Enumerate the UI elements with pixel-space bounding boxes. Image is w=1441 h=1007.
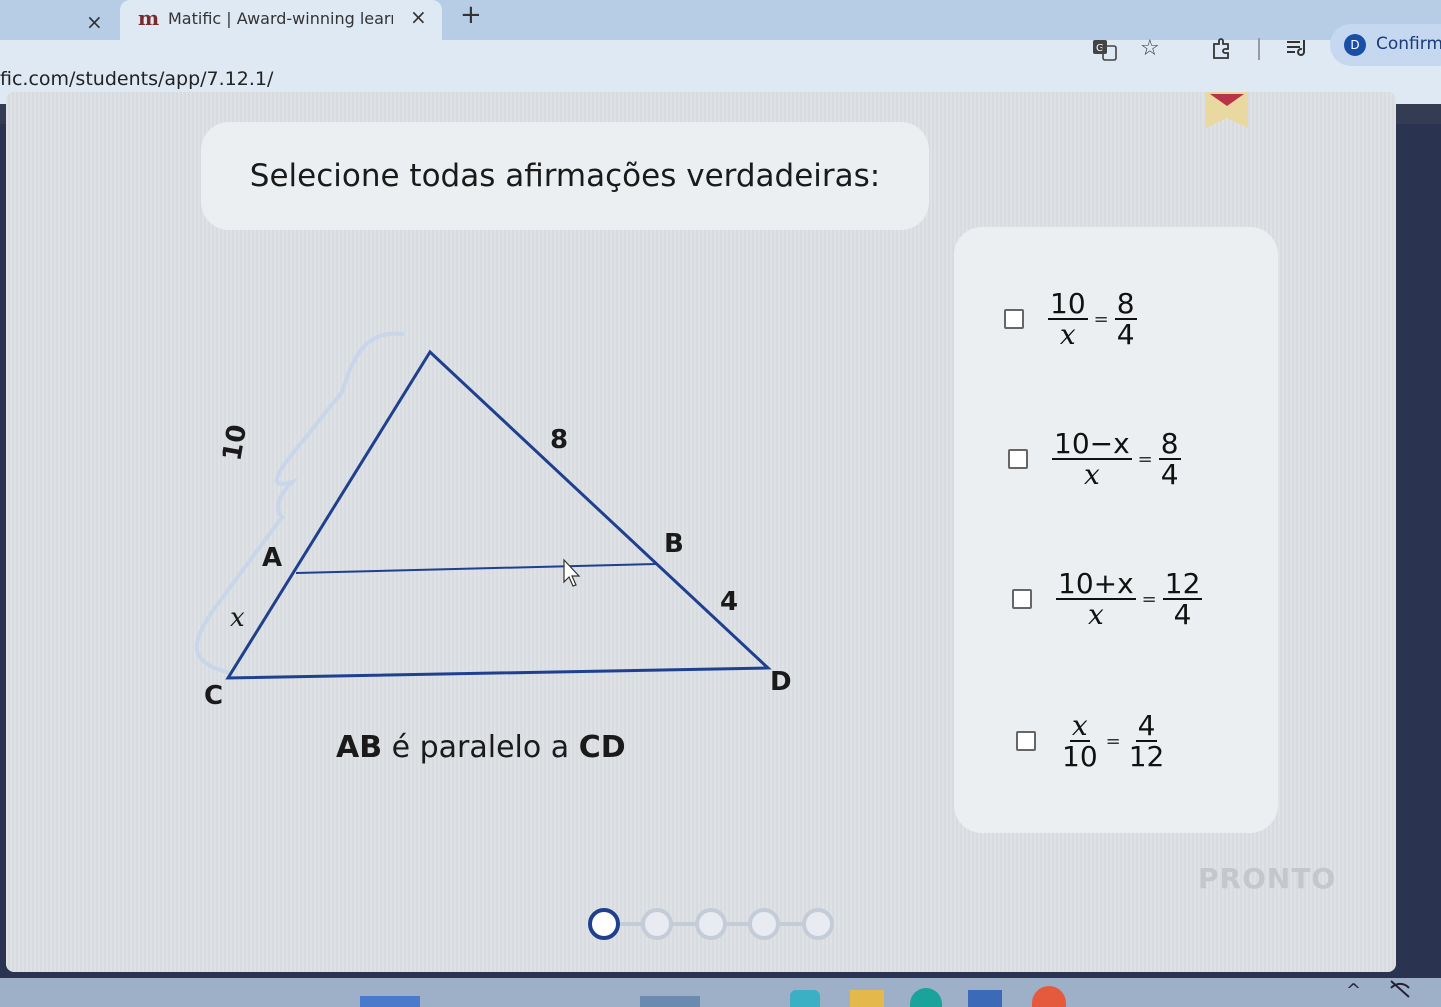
label-a: A <box>262 543 282 573</box>
new-tab-button[interactable]: + <box>460 0 482 30</box>
equals-sign: = <box>1105 730 1121 752</box>
triangle-figure: 10 A x C 8 B 4 D <box>195 331 792 711</box>
star-icon[interactable]: ☆ <box>1140 36 1160 61</box>
edge-browser-icon[interactable] <box>910 988 942 1007</box>
equals-sign: = <box>1137 448 1153 470</box>
puzzle-icon[interactable] <box>1210 36 1234 66</box>
option-1-right-fraction: 84 <box>1114 287 1137 352</box>
close-tab-icon[interactable]: × <box>86 10 103 34</box>
option-4[interactable]: x 10 = 4 12 <box>1016 711 1166 772</box>
folder-icon[interactable] <box>850 990 884 1007</box>
browser-tab[interactable]: m Matific | Award-winning learnin × <box>120 0 442 40</box>
question-prompt: Selecione todas afirmações verdadeiras: <box>201 122 929 230</box>
address-bar[interactable]: fic.com/students/app/7.12.1/ <box>0 68 273 90</box>
matific-favicon-icon: m <box>138 6 160 30</box>
translate-icon[interactable]: G <box>1092 38 1118 68</box>
done-button[interactable]: PRONTO <box>1198 862 1336 895</box>
tab-close-icon[interactable]: × <box>410 5 427 29</box>
tab-title: Matific | Award-winning learnin <box>168 9 393 28</box>
progress-step-1 <box>588 908 620 940</box>
progress-step-3 <box>695 908 727 940</box>
taskbar-app-icon[interactable] <box>640 996 700 1007</box>
taskbar-app-icon[interactable] <box>790 990 820 1007</box>
question-text: Selecione todas afirmações verdadeiras: <box>249 158 881 194</box>
label-10: 10 <box>217 422 253 463</box>
option-2-checkbox[interactable] <box>1008 449 1028 470</box>
progress-step-4 <box>748 908 780 940</box>
chrome-browser-icon[interactable] <box>1032 986 1066 1007</box>
os-taskbar: ^ <box>0 978 1441 1007</box>
triangle-acd <box>225 349 772 680</box>
parallel-text: é paralelo a <box>382 730 579 765</box>
parallel-note: AB é paralelo a CD <box>336 730 626 765</box>
answer-options-card: 10 x = 84 10−x x = 84 10+x x = 12 4 x 10 = 41… <box>954 227 1278 833</box>
equals-sign: = <box>1141 588 1157 610</box>
tab-strip: × m Matific | Award-winning learnin × + <box>0 0 1441 40</box>
chevron-up-icon[interactable]: ^ <box>1346 980 1361 1001</box>
option-3-left-fraction: 10+x x <box>1056 567 1136 632</box>
confirm-label: Confirm <box>1376 34 1441 54</box>
option-1[interactable]: 10 x = 84 <box>1004 289 1137 350</box>
option-3[interactable]: 10+x x = 12 4 <box>1012 567 1203 632</box>
progress-step-2 <box>641 908 673 940</box>
label-8: 8 <box>550 425 568 455</box>
mouse-cursor-icon <box>563 558 581 587</box>
label-c: C <box>204 681 223 711</box>
taskbar-app-icon[interactable] <box>360 996 420 1007</box>
option-4-right-fraction: 4 12 <box>1128 709 1165 774</box>
progress-indicator <box>588 908 834 940</box>
confirm-profile-button[interactable]: D Confirm <box>1330 24 1441 66</box>
option-2-right-fraction: 84 <box>1158 427 1181 492</box>
store-icon[interactable] <box>968 990 1002 1007</box>
progress-step-5 <box>802 908 834 940</box>
option-2-left-fraction: 10−x x <box>1052 427 1132 492</box>
label-d: D <box>770 667 792 697</box>
option-3-checkbox[interactable] <box>1012 589 1032 610</box>
option-2[interactable]: 10−x x = 84 <box>1008 429 1181 490</box>
reading-list-icon[interactable] <box>1284 36 1310 66</box>
label-b: B <box>664 529 684 559</box>
bookmark-ribbon-icon[interactable] <box>1204 92 1250 130</box>
option-3-right-fraction: 12 4 <box>1162 567 1203 632</box>
label-4: 4 <box>720 587 738 617</box>
profile-badge: D <box>1344 34 1366 56</box>
option-4-checkbox[interactable] <box>1016 731 1036 752</box>
segment-ab-label: AB <box>336 730 383 765</box>
option-4-left-fraction: x 10 <box>1062 709 1098 774</box>
segment-ab <box>295 563 657 574</box>
activity-page: Selecione todas afirmações verdadeiras: … <box>6 92 1396 972</box>
option-1-checkbox[interactable] <box>1004 309 1024 330</box>
equals-sign: = <box>1093 308 1109 330</box>
toolbar-separator <box>1258 38 1260 60</box>
option-1-left-fraction: 10 x <box>1048 287 1088 352</box>
segment-cd-label: CD <box>578 730 626 765</box>
label-x: x <box>230 603 245 633</box>
left-brace <box>195 331 404 674</box>
network-icon[interactable] <box>1388 978 1412 1005</box>
